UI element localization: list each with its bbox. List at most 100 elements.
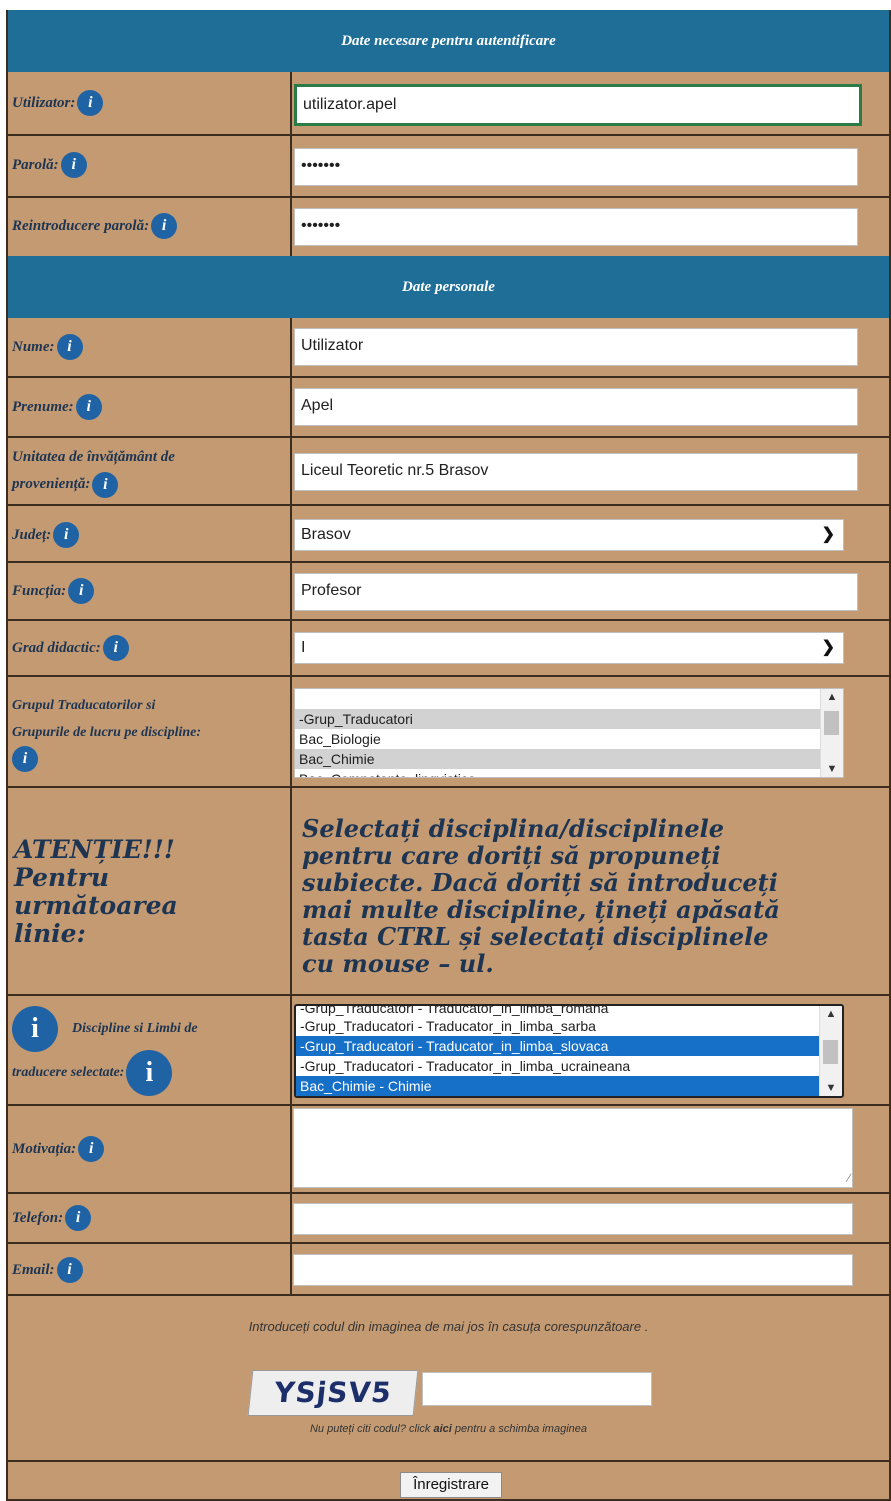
grid-line [6,504,891,506]
warning-left: ATENȚIE!!! Pentru următoarea linie: [14,836,284,948]
scroll-up-arrow-icon[interactable]: ▲ [820,1008,842,1020]
phone-label-row: Telefon: i [12,1205,92,1231]
list-item[interactable]: Bac_Chimie [295,749,843,769]
groups-label-line1: Grupul Traducatorilor si [12,698,156,713]
grid-line [290,72,292,256]
selected-disciplines-label-line1: Discipline si Limbi de [72,1021,198,1036]
captcha-input[interactable] [422,1372,652,1406]
list-item[interactable]: -Grup_Traducatori - Traducator_in_limba_… [296,1056,842,1076]
warning-left-line: Pentru [14,863,110,892]
captcha-refresh-row: Nu puteți citi codul? click aici pentru … [6,1423,891,1435]
info-icon[interactable]: i [126,1050,173,1096]
last-name-label: Nume: [12,338,55,355]
warning-right-line: Selectați disciplina/disciplinele [302,814,724,843]
function-input[interactable]: Profesor [294,573,858,611]
warning-left-line: linie: [14,919,86,948]
info-icon[interactable]: i [68,578,95,604]
password-confirm-input[interactable]: ••••••• [294,208,858,246]
chevron-down-icon: ❯ [821,526,835,543]
info-icon[interactable]: i [78,1136,105,1162]
scroll-up-arrow-icon[interactable]: ▲ [821,691,843,703]
grid-line [6,994,891,996]
county-label-row: Județ: i [12,522,80,548]
password-input[interactable]: ••••••• [294,148,858,186]
phone-input[interactable] [293,1203,853,1235]
motivation-label: Motivația: [12,1140,77,1157]
info-icon[interactable]: i [12,1006,58,1052]
scrollbar-thumb[interactable] [824,711,839,735]
info-icon[interactable]: i [92,471,119,498]
info-icon[interactable]: i [53,522,80,548]
grid-line [6,1104,891,1106]
list-item[interactable]: Bac_Chimie - Chimie [296,1076,842,1096]
list-item[interactable]: -Grup_Traducatori - Traducator_in_limba_… [296,1006,842,1016]
email-input[interactable] [293,1254,853,1286]
list-item[interactable]: -Grup_Traducatori [295,709,843,729]
username-input[interactable]: utilizator.apel [294,84,862,126]
email-label: Email: [12,1261,55,1278]
grid-line [6,376,891,378]
list-item[interactable]: -Grup_Traducatori - Traducator_in_limba_… [296,1016,842,1036]
info-icon[interactable]: i [75,394,102,420]
personal-section-header: Date personale [6,256,891,318]
info-icon[interactable]: i [77,90,104,116]
captcha-refresh-link[interactable]: aici [434,1423,452,1435]
warning-right: Selectați disciplina/disciplinele pentru… [302,815,891,977]
scroll-down-arrow-icon[interactable]: ▼ [820,1082,842,1094]
motivation-textarea[interactable]: ∕ [293,1108,853,1188]
resize-handle-icon[interactable]: ∕ [848,1161,850,1187]
list-item[interactable]: Bac_Biologie [295,729,843,749]
info-icon[interactable]: i [60,152,87,178]
info-icon[interactable]: i [56,1257,83,1283]
school-label-row: Unitatea de învățământ de proveniență: i [12,444,175,498]
grid-line [6,1294,891,1296]
grade-select[interactable]: I ❯ [294,632,844,664]
grid-line [6,196,891,198]
last-name-label-row: Nume: i [12,334,83,360]
list-item[interactable]: Bac_Competente_lingvistice [295,769,843,777]
password-confirm-label: Reintroducere parolă: [12,217,150,234]
warning-right-line: cu mouse – ul. [302,949,494,978]
username-label-row: Utilizator: i [12,90,104,116]
info-icon[interactable]: i [102,635,129,661]
first-name-label-row: Prenume: i [12,394,102,420]
info-icon[interactable]: i [151,213,178,239]
password-label-row: Parolă: i [12,152,87,178]
username-label: Utilizator: [12,94,76,111]
function-label-row: Funcția: i [12,578,95,604]
scrollbar[interactable]: ▲ ▼ [819,1006,842,1096]
groups-label-row: Grupul Traducatorilor si Grupurile de lu… [12,692,201,773]
grade-selected-value: I [301,639,306,656]
grade-label: Grad didactic: [12,639,101,656]
grid-line [6,1242,891,1244]
captcha-image: YSjSV5 [247,1370,419,1416]
info-icon[interactable]: i [65,1205,92,1231]
school-label-line2: proveniență: [12,476,91,492]
first-name-input[interactable]: Apel [294,388,858,426]
password-confirm-label-row: Reintroducere parolă: i [12,213,178,239]
school-input[interactable]: Liceul Teoretic nr.5 Brasov [294,453,858,491]
grid-line [6,10,8,1501]
last-name-input[interactable]: Utilizator [294,328,858,366]
grid-line [6,675,891,677]
info-icon[interactable]: i [56,334,83,360]
school-label-line1: Unitatea de învățământ de [12,449,175,465]
grid-line [6,134,891,136]
selected-disciplines-label-row1: i Discipline si Limbi de [10,1006,198,1052]
chevron-down-icon: ❯ [821,639,835,656]
scrollbar-thumb[interactable] [823,1040,838,1064]
grid-line [6,1192,891,1194]
warning-left-line: ATENȚIE!!! [14,835,175,864]
selected-disciplines-listbox[interactable]: -Grup_Traducatori - Traducator_in_limba_… [294,1004,844,1098]
register-button[interactable]: Înregistrare [400,1472,502,1498]
county-label: Județ: [12,526,52,543]
scrollbar[interactable]: ▲ ▼ [820,689,843,777]
selected-disciplines-label-row2: traducere selectate: i [12,1050,173,1096]
grid-line [6,786,891,788]
county-select[interactable]: Brasov ❯ [294,519,844,551]
county-selected-value: Brasov [301,526,351,543]
groups-listbox[interactable]: -Grup_Traducatori Bac_Biologie Bac_Chimi… [294,688,844,778]
list-item[interactable]: -Grup_Traducatori - Traducator_in_limba_… [296,1036,842,1056]
scroll-down-arrow-icon[interactable]: ▼ [821,763,843,775]
info-icon[interactable]: i [12,746,38,772]
